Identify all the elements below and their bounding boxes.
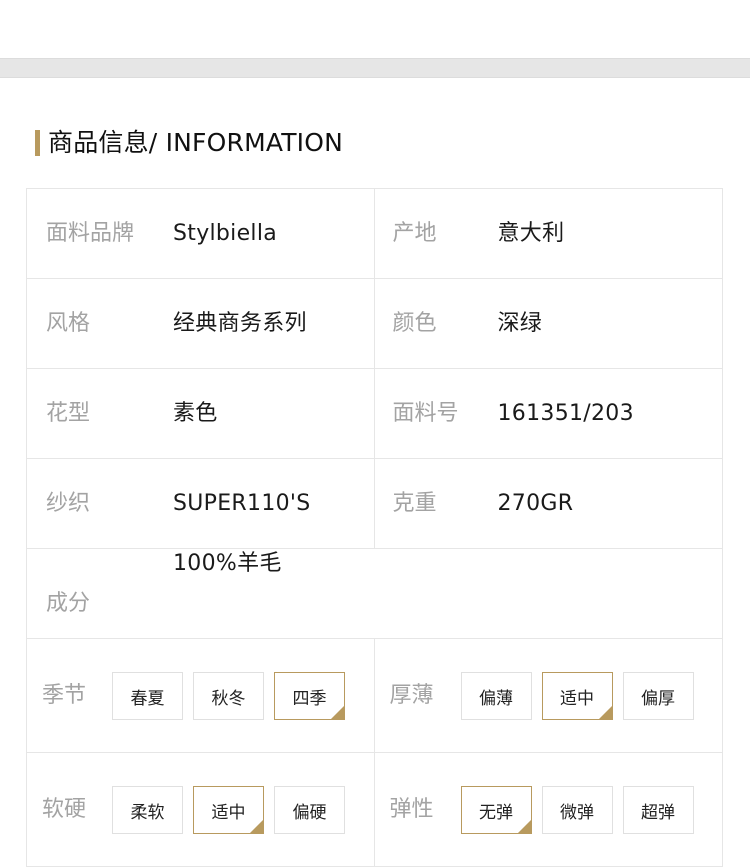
thickness-cell: 厚薄 偏薄 适中 偏厚 — [375, 639, 723, 752]
season-option-autumn-winter[interactable]: 秋冬 — [193, 672, 264, 720]
attribute-row: 软硬 柔软 适中 偏硬 弹性 无弹 微弹 超弹 — [27, 753, 723, 867]
elasticity-cell: 弹性 无弹 微弹 超弹 — [375, 753, 723, 866]
thickness-option-thick[interactable]: 偏厚 — [622, 672, 694, 720]
season-option-all-season[interactable]: 四季 — [274, 672, 345, 720]
softness-label: 软硬 — [42, 797, 87, 822]
section-header: 商品信息/ INFORMATION — [35, 129, 343, 156]
info-row: 风格 经典商务系列 颜色 深绿 — [27, 279, 723, 369]
softness-option-firm[interactable]: 偏硬 — [274, 786, 345, 834]
weight-value: 270GR — [497, 491, 574, 516]
thickness-option-thin[interactable]: 偏薄 — [460, 672, 532, 720]
origin-value: 意大利 — [497, 221, 565, 246]
info-row: 面料品牌 Stylbiella 产地 意大利 — [27, 189, 723, 279]
pattern-label: 花型 — [46, 401, 91, 426]
thickness-option-medium[interactable]: 适中 — [541, 672, 613, 720]
fabric-number-label: 面料号 — [392, 401, 459, 426]
pattern-value: 素色 — [173, 401, 218, 426]
thickness-options: 偏薄 适中 偏厚 — [460, 672, 704, 720]
color-value: 深绿 — [497, 311, 543, 336]
thickness-label: 厚薄 — [389, 683, 434, 708]
info-row: 花型 素色 面料号 161351/203 — [27, 369, 723, 459]
info-cell: 颜色 深绿 — [375, 279, 723, 368]
elasticity-options: 无弹 微弹 超弹 — [460, 786, 704, 834]
elasticity-label: 弹性 — [389, 797, 434, 822]
fabric-brand-value: Stylbiella — [173, 221, 278, 246]
elasticity-option-slight[interactable]: 微弹 — [541, 786, 613, 834]
softness-option-medium[interactable]: 适中 — [193, 786, 264, 834]
elasticity-option-none[interactable]: 无弹 — [460, 786, 532, 834]
section-title: 商品信息/ INFORMATION — [48, 128, 344, 157]
info-cell: 纱织 SUPER110'S — [27, 459, 375, 548]
title-accent-bar — [35, 129, 40, 156]
composition-row: 成分 100%羊毛 — [27, 549, 723, 639]
fabric-number-value: 161351/203 — [497, 401, 634, 426]
season-options: 春夏 秋冬 四季 — [112, 672, 355, 720]
info-cell: 成分 100%羊毛 — [27, 549, 723, 638]
yarn-count-label: 纱织 — [46, 491, 91, 516]
season-cell: 季节 春夏 秋冬 四季 — [27, 639, 375, 752]
info-cell: 花型 素色 — [27, 369, 375, 458]
softness-options: 柔软 适中 偏硬 — [112, 786, 355, 834]
elasticity-option-high[interactable]: 超弹 — [622, 786, 694, 834]
style-label: 风格 — [46, 311, 91, 336]
composition-label: 成分 — [46, 591, 91, 616]
info-cell: 克重 270GR — [375, 459, 723, 548]
info-cell: 面料品牌 Stylbiella — [27, 189, 375, 278]
attribute-row: 季节 春夏 秋冬 四季 厚薄 偏薄 适中 偏厚 — [27, 639, 723, 753]
yarn-count-value: SUPER110'S — [173, 491, 311, 516]
info-cell: 风格 经典商务系列 — [27, 279, 375, 368]
origin-label: 产地 — [392, 221, 437, 246]
info-row: 纱织 SUPER110'S 克重 270GR — [27, 459, 723, 549]
top-divider-band — [0, 58, 750, 78]
season-label: 季节 — [42, 683, 87, 708]
softness-option-soft[interactable]: 柔软 — [112, 786, 183, 834]
softness-cell: 软硬 柔软 适中 偏硬 — [27, 753, 375, 866]
style-value: 经典商务系列 — [173, 311, 307, 336]
color-label: 颜色 — [392, 311, 437, 336]
product-info-table: 面料品牌 Stylbiella 产地 意大利 风格 经典商务系列 颜色 深绿 花… — [26, 188, 723, 867]
info-cell: 产地 意大利 — [375, 189, 723, 278]
info-cell: 面料号 161351/203 — [375, 369, 723, 458]
weight-label: 克重 — [392, 491, 437, 516]
composition-value: 100%羊毛 — [173, 551, 282, 576]
fabric-brand-label: 面料品牌 — [46, 221, 135, 246]
season-option-spring-summer[interactable]: 春夏 — [112, 672, 183, 720]
